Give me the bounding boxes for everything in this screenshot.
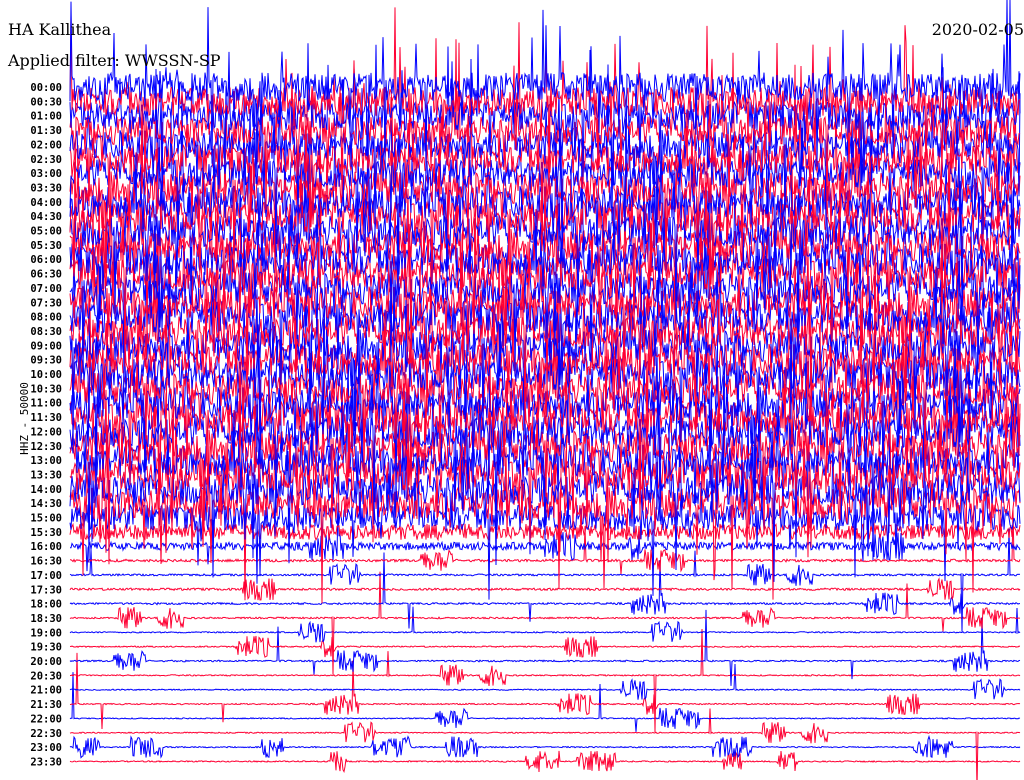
row-time-label: 21:00 xyxy=(30,685,62,697)
trace-row-1830 xyxy=(69,571,1020,675)
row-time-label: 23:00 xyxy=(30,742,62,754)
trace-row-2100 xyxy=(69,663,1021,700)
row-time-label: 20:30 xyxy=(30,670,62,682)
row-time-label: 05:00 xyxy=(30,226,62,238)
row-time-label: 01:00 xyxy=(30,111,62,123)
row-time-label: 12:00 xyxy=(30,426,62,438)
row-time-label: 19:30 xyxy=(30,642,62,654)
row-time-label: 16:00 xyxy=(30,541,62,553)
trace-row-2130 xyxy=(69,652,1021,730)
row-time-label: 17:30 xyxy=(30,584,62,596)
row-time-label: 05:30 xyxy=(30,240,62,252)
row-time-label: 23:30 xyxy=(30,756,62,768)
row-time-label: 14:00 xyxy=(30,484,62,496)
row-time-label: 11:00 xyxy=(30,398,62,410)
row-time-label: 09:30 xyxy=(30,355,62,367)
trace-row-2200 xyxy=(69,672,1021,732)
row-time-label: 20:00 xyxy=(30,656,62,668)
row-time-label: 14:30 xyxy=(30,498,62,510)
row-time-label: 06:30 xyxy=(30,269,62,281)
row-time-label: 01:30 xyxy=(30,125,62,137)
trace-row-1930 xyxy=(69,635,1021,658)
row-time-label: 17:00 xyxy=(30,570,62,582)
row-time-label: 07:00 xyxy=(30,283,62,295)
row-time-label: 18:30 xyxy=(30,613,62,625)
row-time-label: 03:30 xyxy=(30,182,62,194)
row-time-label: 07:30 xyxy=(30,297,62,309)
row-time-label: 10:30 xyxy=(30,383,62,395)
trace-row-1900 xyxy=(69,606,1021,643)
row-time-label: 13:30 xyxy=(30,469,62,481)
row-time-label: 21:30 xyxy=(30,699,62,711)
station-title: HA Kallithea xyxy=(8,20,112,39)
trace-row-2230 xyxy=(69,708,1021,780)
trace-row-2330 xyxy=(69,750,1021,773)
row-time-label: 16:30 xyxy=(30,556,62,568)
row-time-label: 08:30 xyxy=(30,326,62,338)
row-time-label: 13:00 xyxy=(30,455,62,467)
row-time-label: 19:00 xyxy=(30,627,62,639)
row-time-label: 11:30 xyxy=(30,412,62,424)
trace-row-1730 xyxy=(69,577,1021,601)
row-time-label: 18:00 xyxy=(30,599,62,611)
row-time-label: 09:00 xyxy=(30,340,62,352)
row-time-label: 15:30 xyxy=(30,527,62,539)
row-time-label: 22:00 xyxy=(30,713,62,725)
filter-label: Applied filter: WWSSN-SP xyxy=(8,51,221,70)
row-time-label: 04:30 xyxy=(30,211,62,223)
row-time-label: 12:30 xyxy=(30,441,62,453)
row-time-label: 00:00 xyxy=(30,82,62,94)
row-time-label: 00:30 xyxy=(30,96,62,108)
row-time-label: 10:00 xyxy=(30,369,62,381)
date-label: 2020-02-05 xyxy=(931,20,1024,39)
row-time-label: 22:30 xyxy=(30,728,62,740)
row-time-label: 02:00 xyxy=(30,139,62,151)
trace-row-2030 xyxy=(70,628,1021,733)
row-time-label: 04:00 xyxy=(30,197,62,209)
row-time-label: 02:30 xyxy=(30,154,62,166)
helicorder-plot: 00:00 00:30 01:00 01:30 02:00 02:30 03:00 03:30… xyxy=(30,0,1021,780)
row-time-label: 15:00 xyxy=(30,513,62,525)
row-time-label: 03:00 xyxy=(30,168,62,180)
row-time-label: 08:00 xyxy=(30,312,62,324)
row-time-label: 06:00 xyxy=(30,254,62,266)
